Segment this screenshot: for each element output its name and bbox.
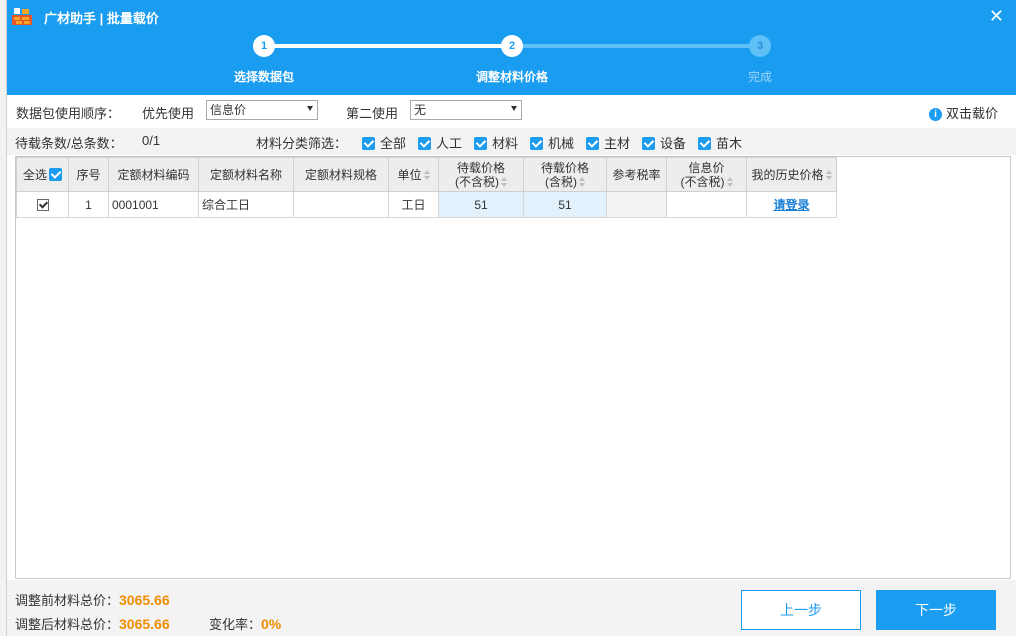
name-header: 定额材料名称 (198, 157, 294, 192)
spec-header: 定额材料规格 (293, 157, 389, 192)
step-2-circle: 2 (501, 35, 523, 57)
dialog-footer: 调整前材料总价：3065.66 调整后材料总价：3065.66 变化率：0% 上… (7, 580, 1016, 636)
total-after-value: 3065.66 (119, 616, 170, 632)
dialog-title: 广材助手 | 批量载价 (44, 11, 159, 26)
filter-checkbox-all[interactable]: 全部 (362, 133, 406, 152)
step-1-circle: 1 (253, 35, 275, 57)
sort-icon (579, 176, 585, 187)
chevron-down-icon (307, 106, 313, 111)
total-after: 调整后材料总价：3065.66 (15, 616, 170, 632)
chevron-down-icon (511, 106, 517, 111)
total-before: 调整前材料总价：3065.66 (15, 592, 170, 608)
login-link[interactable]: 请登录 (773, 198, 809, 212)
checkbox-icon (362, 137, 375, 150)
row-select-cell[interactable] (16, 191, 69, 218)
filter-checkbox-labor[interactable]: 人工 (418, 133, 462, 152)
row-code: 0001001 (108, 191, 199, 218)
second-use-select[interactable]: 无 (410, 100, 522, 120)
filter-checkbox-main-material[interactable]: 主材 (586, 133, 630, 152)
second-use-value: 无 (414, 103, 427, 117)
count-label: 待载条数/总条数： (15, 136, 123, 151)
unit-header[interactable]: 单位 (388, 157, 439, 192)
select-all-header[interactable]: 全选 (16, 157, 69, 192)
filter-checkbox-equipment[interactable]: 设备 (642, 133, 686, 152)
category-filter-label: 材料分类筛选： (256, 136, 348, 151)
sort-icon (825, 169, 832, 180)
material-price-table: 全选 序号 定额材料编码 定额材料名称 定额材料规格 单位 待载价格 (不含税) … (15, 156, 1011, 579)
sort-icon (501, 176, 507, 187)
checkbox-icon (698, 137, 711, 150)
step-3-circle: 3 (749, 35, 771, 57)
first-use-label: 优先使用 (142, 106, 195, 121)
row-info-price (666, 191, 747, 218)
price-incl-header[interactable]: 待载价格 (含税) (523, 157, 607, 192)
sort-icon (726, 176, 733, 187)
first-use-value: 信息价 (210, 103, 247, 117)
row-spec (293, 191, 389, 218)
app-logo-icon (12, 8, 32, 25)
row-index: 1 (68, 191, 109, 218)
checkbox-icon (418, 137, 431, 150)
double-click-load-label: 双击载价 (946, 106, 999, 121)
history-header[interactable]: 我的历史价格 (746, 157, 837, 192)
filter-checkbox-machine[interactable]: 机械 (530, 133, 574, 152)
checkbox-icon (642, 137, 655, 150)
code-header: 定额材料编码 (108, 157, 199, 192)
table-row[interactable]: 1 0001001 综合工日 工日 51 51 请登录 (16, 191, 837, 218)
order-label: 数据包使用顺序： (16, 106, 121, 121)
next-step-button[interactable]: 下一步 (876, 590, 996, 630)
row-checkbox[interactable] (36, 198, 49, 211)
filter-checkbox-material[interactable]: 材料 (474, 133, 518, 152)
filter-bar: 待载条数/总条数： 0/1 材料分类筛选： 全部 人工 材料 机械 主材 设备 … (7, 128, 1016, 155)
step-3-label: 完成 (747, 70, 772, 84)
sort-icon (423, 169, 430, 180)
double-click-load-button[interactable]: i 双击载价 (929, 103, 998, 122)
row-history-cell: 请登录 (746, 191, 837, 218)
row-unit: 工日 (388, 191, 439, 218)
table-header-row: 全选 序号 定额材料编码 定额材料名称 定额材料规格 单位 待载价格 (不含税) … (16, 157, 837, 192)
change-rate: 变化率：0% (209, 616, 282, 632)
row-price-excl[interactable]: 51 (438, 191, 524, 218)
price-excl-header[interactable]: 待载价格 (不含税) (438, 157, 524, 192)
tax-rate-header: 参考税率 (606, 157, 667, 192)
checkbox-icon (530, 137, 543, 150)
background-window-edge (0, 0, 7, 636)
first-use-select[interactable]: 信息价 (206, 100, 318, 120)
checkbox-icon (586, 137, 599, 150)
step-1-label: 选择数据包 (233, 70, 294, 84)
dialog-header: 广材助手 | 批量载价 ✕ 1 2 3 选择数据包 调整材料价格 完成 (7, 0, 1016, 95)
change-rate-value: 0% (261, 616, 282, 632)
prev-step-button[interactable]: 上一步 (741, 590, 861, 630)
row-tax-rate (606, 191, 667, 218)
filter-checkbox-seedling[interactable]: 苗木 (698, 133, 742, 152)
index-header: 序号 (68, 157, 109, 192)
count-value: 0/1 (142, 133, 161, 148)
step-2-label: 调整材料价格 (475, 70, 548, 84)
info-icon: i (929, 108, 942, 121)
row-price-incl[interactable]: 51 (523, 191, 607, 218)
second-use-label: 第二使用 (346, 106, 399, 121)
row-name: 综合工日 (198, 191, 294, 218)
total-before-value: 3065.66 (119, 592, 170, 608)
select-all-checkbox[interactable] (49, 167, 62, 181)
info-price-header[interactable]: 信息价 (不含税) (666, 157, 747, 192)
close-icon[interactable]: ✕ (989, 4, 1004, 28)
checkbox-icon (474, 137, 487, 150)
